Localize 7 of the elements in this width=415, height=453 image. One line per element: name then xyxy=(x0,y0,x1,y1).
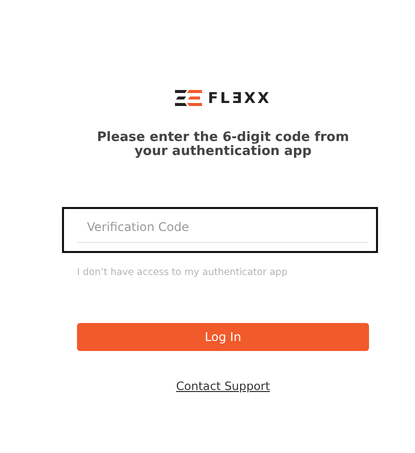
contact-support-link[interactable]: Contact Support xyxy=(176,379,270,393)
verification-code-field[interactable]: Verification Code xyxy=(62,207,378,253)
login-button[interactable]: Log In xyxy=(77,323,369,351)
logo-icon xyxy=(174,90,202,106)
heading: Please enter the 6-digit code from your authentication app xyxy=(96,131,350,159)
no-access-link[interactable]: I don’t have access to my authenticator app xyxy=(77,267,288,278)
logo-text: FLƎXX xyxy=(208,89,272,107)
